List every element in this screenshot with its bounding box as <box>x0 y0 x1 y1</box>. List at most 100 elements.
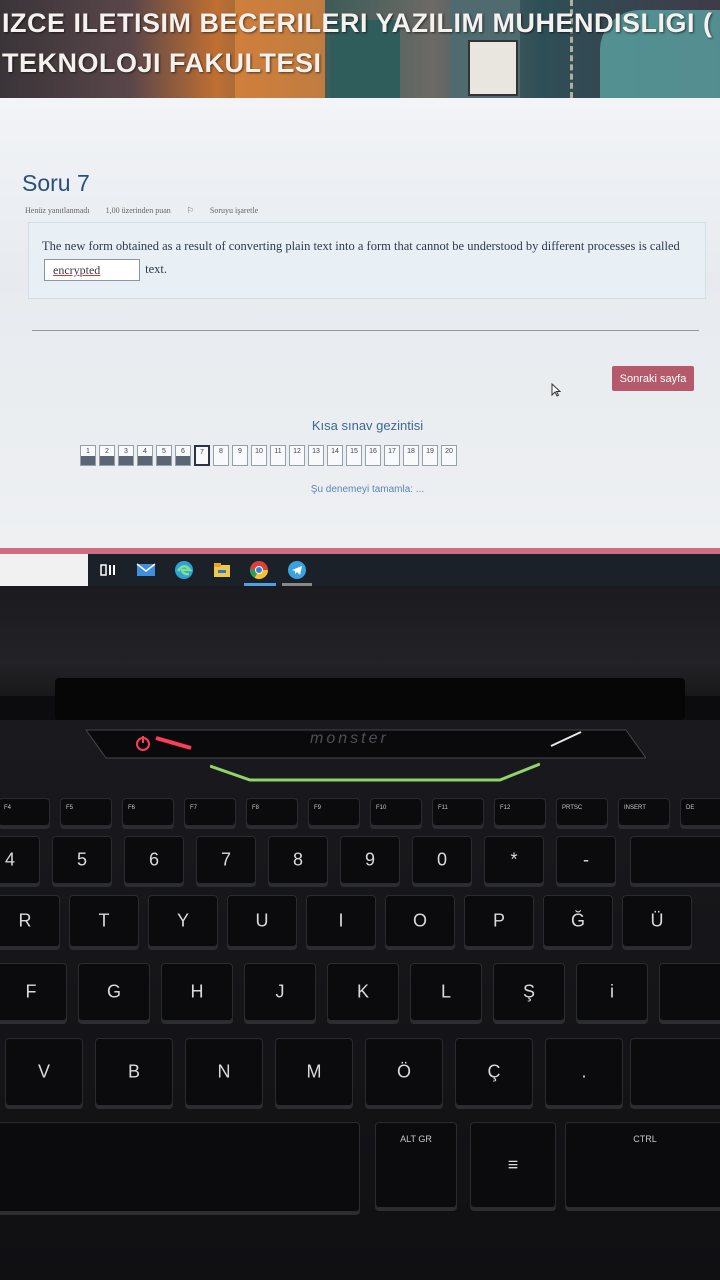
key-num-6[interactable]: 0 <box>412 836 472 884</box>
key-0-row2[interactable]: F <box>0 963 67 1021</box>
quiz-nav-button-18[interactable]: 18 <box>403 445 419 466</box>
key-f10[interactable]: F10 <box>370 798 422 826</box>
key-num-2[interactable]: 6 <box>124 836 184 884</box>
key-ctrl-label: CTRL <box>633 1134 657 1144</box>
key-2-row3[interactable]: N <box>185 1038 263 1106</box>
key-4-row1-label: I <box>338 910 344 931</box>
key-f5[interactable]: F5 <box>60 798 112 826</box>
key-de[interactable]: DE <box>680 798 720 826</box>
key-f12[interactable]: F12 <box>494 798 546 826</box>
quiz-nav-button-8[interactable]: 8 <box>213 445 229 466</box>
quiz-nav-number: 1 <box>86 448 90 455</box>
key-4-row1[interactable]: I <box>306 895 376 947</box>
key-menu[interactable]: ≡ <box>470 1122 556 1208</box>
key-7-row1[interactable]: Ğ <box>543 895 613 947</box>
key-altgr[interactable]: ALT GR <box>375 1122 457 1208</box>
course-banner: IZCE ILETISIM BECERILERI YAZILIM MUHENDI… <box>0 0 720 98</box>
key-8-row1[interactable]: Ü <box>622 895 692 947</box>
key-3-row2[interactable]: J <box>244 963 316 1021</box>
key-2-row2-label: H <box>190 981 204 1002</box>
key-2-row1[interactable]: Y <box>148 895 218 947</box>
power-icon[interactable] <box>134 734 152 752</box>
key-6-row2[interactable]: Ş <box>493 963 565 1021</box>
key-num-0[interactable]: 4 <box>0 836 40 884</box>
banner-title-line2: TEKNOLOJI FAKULTESI <box>2 48 322 78</box>
key-num-4[interactable]: 8 <box>268 836 328 884</box>
key-5-row3[interactable]: Ç <box>455 1038 533 1106</box>
quiz-nav-button-6[interactable]: 6 <box>175 445 191 466</box>
quiz-nav-button-4[interactable]: 4 <box>137 445 153 466</box>
key-backspace[interactable] <box>630 836 720 884</box>
key-3-row1[interactable]: U <box>227 895 297 947</box>
file-explorer-icon[interactable] <box>212 560 232 580</box>
finish-attempt-link[interactable]: Şu denemeyi tamamla: ... <box>0 484 720 495</box>
key-f4[interactable]: F4 <box>0 798 50 826</box>
quiz-nav-button-19[interactable]: 19 <box>422 445 438 466</box>
key-num-3[interactable]: 7 <box>196 836 256 884</box>
quiz-nav-button-11[interactable]: 11 <box>270 445 286 466</box>
key-insert-label: INSERT <box>624 805 646 811</box>
key-f8[interactable]: F8 <box>246 798 298 826</box>
key-2-row1-label: Y <box>176 910 189 931</box>
key-prtsc[interactable]: PRTSC <box>556 798 608 826</box>
key-f6-label: F6 <box>128 805 136 811</box>
quiz-nav-number: 3 <box>124 448 128 455</box>
quiz-nav-number: 9 <box>238 448 242 455</box>
task-view-icon[interactable] <box>98 560 118 580</box>
edge-icon[interactable] <box>174 560 194 580</box>
quiz-nav-button-14[interactable]: 14 <box>327 445 343 466</box>
question-title: Soru 7 <box>22 170 90 196</box>
key-6-row1[interactable]: P <box>464 895 534 947</box>
key-5-row1[interactable]: O <box>385 895 455 947</box>
key-ctrl[interactable]: CTRL <box>565 1122 720 1208</box>
key-0-row3[interactable]: V <box>5 1038 83 1106</box>
key-num-5-label: 9 <box>364 849 375 870</box>
quiz-nav-button-5[interactable]: 5 <box>156 445 172 466</box>
key-insert[interactable]: INSERT <box>618 798 670 826</box>
quiz-nav-button-9[interactable]: 9 <box>232 445 248 466</box>
key-4-row2[interactable]: K <box>327 963 399 1021</box>
key-1-row3-label: B <box>127 1061 140 1082</box>
key-7-row2[interactable]: i <box>576 963 648 1021</box>
telegram-icon[interactable] <box>287 560 307 580</box>
key-0-row1[interactable]: R <box>0 895 60 947</box>
quiz-nav-button-1[interactable]: 1 <box>80 445 96 466</box>
key-4-row3[interactable]: Ö <box>365 1038 443 1106</box>
quiz-nav-button-17[interactable]: 17 <box>384 445 400 466</box>
key-1-row1[interactable]: T <box>69 895 139 947</box>
answer-input[interactable]: encrypted <box>44 259 140 282</box>
key-f11[interactable]: F11 <box>432 798 484 826</box>
key-5-row2[interactable]: L <box>410 963 482 1021</box>
quiz-nav-button-15[interactable]: 15 <box>346 445 362 466</box>
quiz-nav-button-13[interactable]: 13 <box>308 445 324 466</box>
key-num-1[interactable]: 5 <box>52 836 112 884</box>
key-8-row2[interactable] <box>659 963 720 1021</box>
flag-icon: ⚐ <box>186 206 196 215</box>
key-num-7[interactable]: * <box>484 836 544 884</box>
quiz-nav-button-12[interactable]: 12 <box>289 445 305 466</box>
key-num-8[interactable]: - <box>556 836 616 884</box>
chrome-icon[interactable] <box>249 560 269 580</box>
key-shift-right[interactable] <box>630 1038 720 1106</box>
key-num-5[interactable]: 9 <box>340 836 400 884</box>
flag-question-link[interactable]: ⚐ Soruyu işaretle <box>187 206 272 215</box>
key-f7[interactable]: F7 <box>184 798 236 826</box>
key-f9[interactable]: F9 <box>308 798 360 826</box>
quiz-nav-button-7[interactable]: 7 <box>194 445 210 466</box>
key-1-row3[interactable]: B <box>95 1038 173 1106</box>
key-2-row2[interactable]: H <box>161 963 233 1021</box>
key-f6[interactable]: F6 <box>122 798 174 826</box>
quiz-nav-button-2[interactable]: 2 <box>99 445 115 466</box>
key-7-row1-label: Ğ <box>570 910 585 931</box>
key-3-row3[interactable]: M <box>275 1038 353 1106</box>
key-space[interactable] <box>0 1122 360 1212</box>
mail-icon[interactable] <box>136 560 156 580</box>
key-1-row2[interactable]: G <box>78 963 150 1021</box>
taskbar-search-box[interactable] <box>0 554 88 586</box>
key-6-row3[interactable]: . <box>545 1038 623 1106</box>
quiz-nav-button-16[interactable]: 16 <box>365 445 381 466</box>
next-page-button[interactable]: Sonraki sayfa <box>612 366 694 391</box>
quiz-nav-button-10[interactable]: 10 <box>251 445 267 466</box>
quiz-nav-button-20[interactable]: 20 <box>441 445 457 466</box>
quiz-nav-button-3[interactable]: 3 <box>118 445 134 466</box>
